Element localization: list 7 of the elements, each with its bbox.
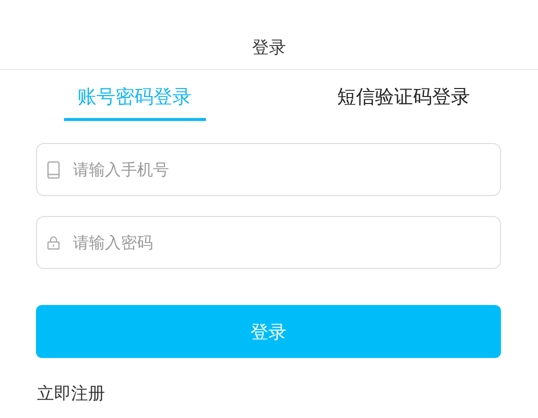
lock-icon [47,236,60,250]
register-link[interactable]: 立即注册 [37,384,105,404]
phone-field[interactable]: 请输入手机号 [36,143,501,196]
password-field[interactable]: 请输入密码 [36,216,501,269]
tab[interactable]: 短信验证码登录 [323,70,484,121]
page-title: 登录 [252,36,286,58]
phone-icon [47,160,60,178]
